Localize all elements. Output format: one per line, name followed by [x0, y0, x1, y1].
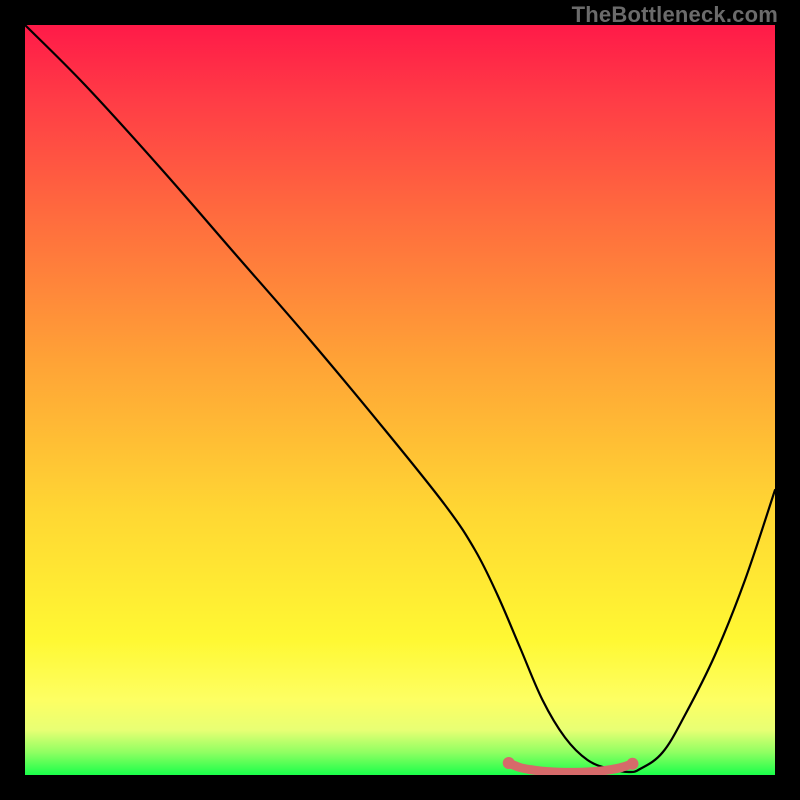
gradient-background — [25, 25, 775, 775]
chart-frame — [25, 25, 775, 775]
plot-area — [25, 25, 775, 775]
